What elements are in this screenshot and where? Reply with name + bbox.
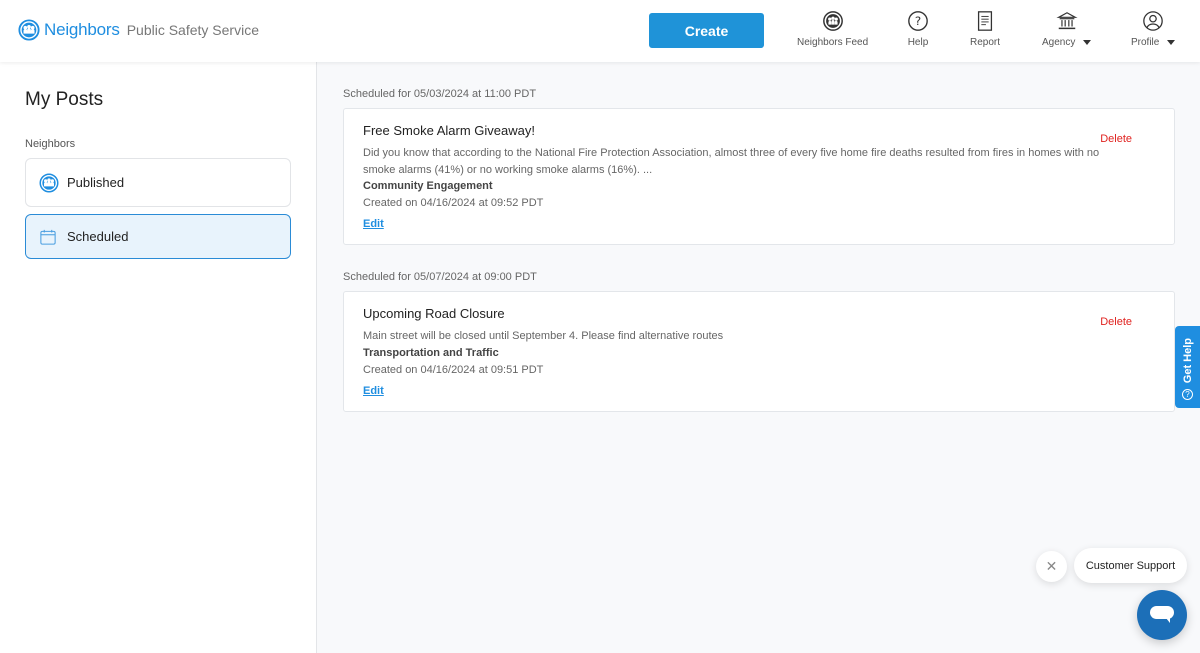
brand-name: Neighbors — [44, 20, 120, 39]
get-help-label: Get Help — [1181, 337, 1194, 383]
chat-icon — [1150, 606, 1174, 623]
calendar-icon — [39, 227, 59, 247]
sidebar-item-scheduled[interactable]: Scheduled — [25, 214, 291, 259]
chevron-down-icon — [1167, 40, 1176, 45]
post-category: Community Engagement — [363, 180, 493, 192]
sidebar-item-published[interactable]: Published — [25, 158, 291, 207]
report-icon — [977, 11, 993, 31]
neighbors-icon — [39, 173, 59, 193]
sidebar: My Posts Neighbors Published Scheduled — [0, 62, 317, 653]
chat-close-button[interactable]: ✕ — [1036, 551, 1067, 582]
post-created: Created on 04/16/2024 at 09:52 PDT — [363, 197, 544, 209]
nav-label: Help — [907, 37, 929, 48]
logo[interactable]: Neighbors Public Safety Service — [18, 19, 259, 41]
nav-agency[interactable]: Agency — [1042, 10, 1092, 48]
nav-profile[interactable]: Profile — [1131, 10, 1176, 48]
nav-label: Profile — [1131, 37, 1176, 48]
get-help-tab[interactable]: Get Help ? — [1175, 326, 1200, 408]
brand-subtitle: Public Safety Service — [126, 22, 259, 38]
agency-icon — [1056, 12, 1078, 30]
profile-icon — [1143, 11, 1163, 31]
main-content: Scheduled for 05/03/2024 at 11:00 PDT Fr… — [318, 62, 1200, 653]
post-body: Main street will be closed until Septemb… — [363, 330, 724, 342]
scheduled-date-label: Scheduled for 05/07/2024 at 09:00 PDT — [343, 271, 537, 283]
nav-profile-label: Profile — [1131, 37, 1160, 48]
help-circle-icon: ? — [1182, 389, 1193, 400]
edit-link[interactable]: Edit — [363, 385, 384, 397]
close-icon: ✕ — [1045, 558, 1058, 574]
nav-help[interactable]: ? Help — [907, 10, 929, 48]
help-icon: ? — [908, 11, 928, 31]
delete-button[interactable]: Delete — [1100, 316, 1132, 328]
customer-support-bubble[interactable]: Customer Support — [1074, 548, 1187, 583]
edit-link[interactable]: Edit — [363, 218, 384, 230]
nav-report[interactable]: Report — [970, 10, 1000, 48]
post-card: Upcoming Road Closure Main street will b… — [343, 291, 1175, 412]
nav-label: Neighbors Feed — [797, 37, 869, 48]
neighbors-logo-icon — [18, 19, 40, 41]
chevron-down-icon — [1083, 40, 1092, 45]
top-header: Neighbors Public Safety Service Create N… — [0, 0, 1200, 62]
create-button[interactable]: Create — [649, 13, 764, 48]
neighbors-feed-icon — [822, 11, 843, 31]
svg-text:?: ? — [915, 14, 921, 28]
post-title: Upcoming Road Closure — [363, 306, 505, 321]
post-card: Free Smoke Alarm Giveaway! Did you know … — [343, 108, 1175, 245]
post-category: Transportation and Traffic — [363, 347, 499, 359]
delete-button[interactable]: Delete — [1100, 133, 1132, 145]
sidebar-item-label: Published — [67, 175, 125, 190]
sidebar-section-label: Neighbors — [25, 138, 76, 150]
nav-label: Report — [970, 37, 1001, 48]
nav-neighbors-feed[interactable]: Neighbors Feed — [797, 10, 868, 48]
post-body: Did you know that according to the Natio… — [363, 147, 1100, 176]
chat-launcher-button[interactable] — [1137, 590, 1187, 640]
scheduled-date-label: Scheduled for 05/03/2024 at 11:00 PDT — [343, 88, 537, 100]
nav-label: Agency — [1042, 37, 1092, 48]
post-title: Free Smoke Alarm Giveaway! — [363, 123, 535, 138]
sidebar-item-label: Scheduled — [67, 229, 129, 244]
post-created: Created on 04/16/2024 at 09:51 PDT — [363, 364, 544, 376]
nav-agency-label: Agency — [1042, 37, 1076, 48]
page-title: My Posts — [25, 89, 104, 110]
